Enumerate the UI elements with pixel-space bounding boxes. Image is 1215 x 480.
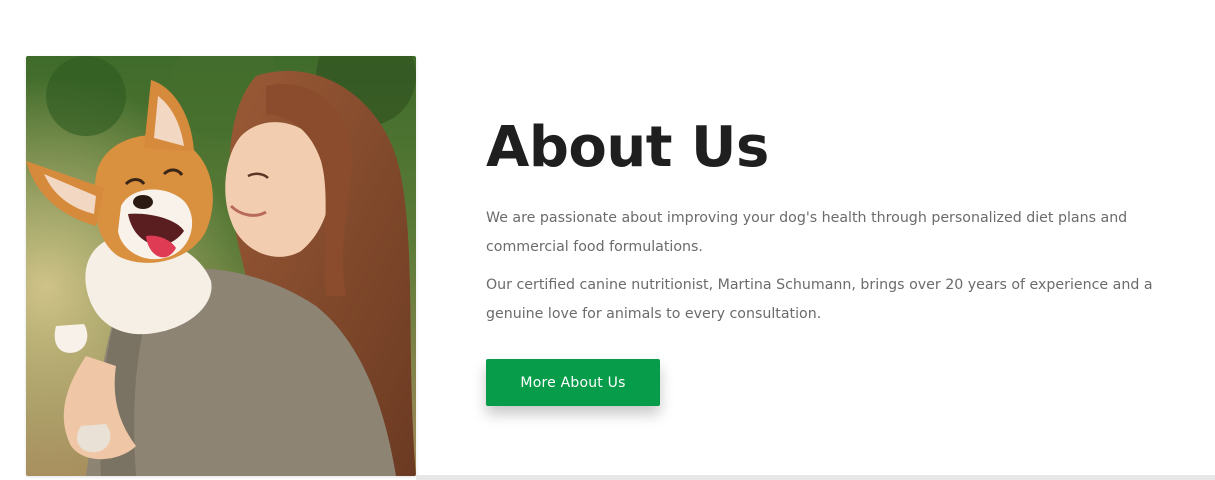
section-divider [416,475,1215,480]
about-content: About Us We are passionate about improvi… [486,112,1206,329]
more-about-us-button[interactable]: More About Us [486,359,660,406]
woman-hugging-corgi-illustration [26,56,416,476]
about-paragraph-intro: We are passionate about improving your d… [486,210,1128,255]
about-section: About Us We are passionate about improvi… [0,0,1215,480]
about-photo [26,56,416,476]
about-paragraph-nutritionist: Our certified canine nutritionist, Marti… [486,277,1153,322]
about-title: About Us [486,115,769,180]
